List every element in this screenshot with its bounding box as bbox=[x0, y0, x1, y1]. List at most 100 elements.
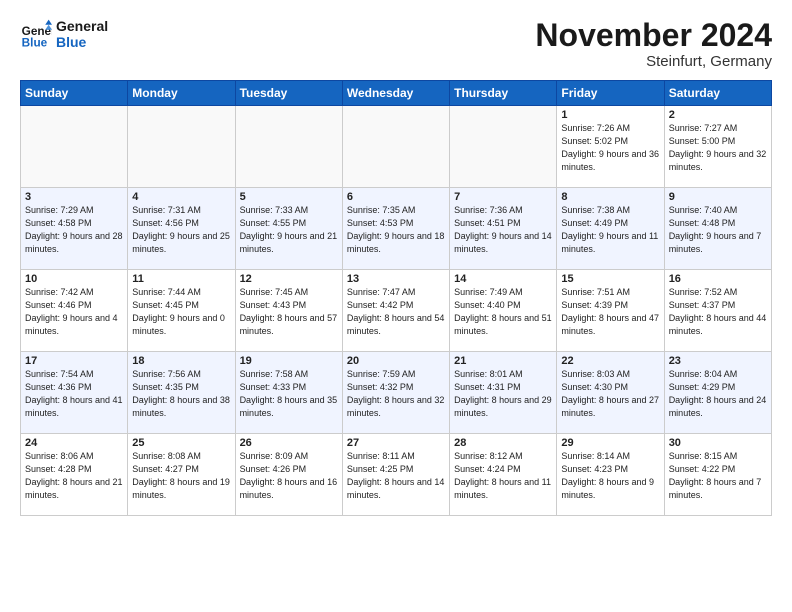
day-number: 13 bbox=[347, 273, 445, 285]
table-row: 25Sunrise: 8:08 AM Sunset: 4:27 PM Dayli… bbox=[128, 434, 235, 516]
table-row: 7Sunrise: 7:36 AM Sunset: 4:51 PM Daylig… bbox=[450, 188, 557, 270]
table-row bbox=[235, 106, 342, 188]
table-row: 15Sunrise: 7:51 AM Sunset: 4:39 PM Dayli… bbox=[557, 270, 664, 352]
day-number: 10 bbox=[25, 273, 123, 285]
day-number: 9 bbox=[669, 191, 767, 203]
day-number: 19 bbox=[240, 355, 338, 367]
table-row: 6Sunrise: 7:35 AM Sunset: 4:53 PM Daylig… bbox=[342, 188, 449, 270]
table-row: 23Sunrise: 8:04 AM Sunset: 4:29 PM Dayli… bbox=[664, 352, 771, 434]
table-row: 13Sunrise: 7:47 AM Sunset: 4:42 PM Dayli… bbox=[342, 270, 449, 352]
day-number: 21 bbox=[454, 355, 552, 367]
day-info: Sunrise: 8:11 AM Sunset: 4:25 PM Dayligh… bbox=[347, 450, 445, 502]
table-row: 10Sunrise: 7:42 AM Sunset: 4:46 PM Dayli… bbox=[21, 270, 128, 352]
day-number: 15 bbox=[561, 273, 659, 285]
header-friday: Friday bbox=[557, 81, 664, 106]
day-number: 22 bbox=[561, 355, 659, 367]
day-number: 7 bbox=[454, 191, 552, 203]
day-number: 8 bbox=[561, 191, 659, 203]
table-row: 28Sunrise: 8:12 AM Sunset: 4:24 PM Dayli… bbox=[450, 434, 557, 516]
day-number: 29 bbox=[561, 437, 659, 449]
day-number: 30 bbox=[669, 437, 767, 449]
table-row: 8Sunrise: 7:38 AM Sunset: 4:49 PM Daylig… bbox=[557, 188, 664, 270]
day-number: 20 bbox=[347, 355, 445, 367]
day-info: Sunrise: 7:54 AM Sunset: 4:36 PM Dayligh… bbox=[25, 368, 123, 420]
day-number: 2 bbox=[669, 109, 767, 121]
title-block: November 2024 Steinfurt, Germany bbox=[535, 18, 772, 70]
table-row: 14Sunrise: 7:49 AM Sunset: 4:40 PM Dayli… bbox=[450, 270, 557, 352]
table-row: 17Sunrise: 7:54 AM Sunset: 4:36 PM Dayli… bbox=[21, 352, 128, 434]
table-row bbox=[450, 106, 557, 188]
header-sunday: Sunday bbox=[21, 81, 128, 106]
table-row: 20Sunrise: 7:59 AM Sunset: 4:32 PM Dayli… bbox=[342, 352, 449, 434]
day-number: 28 bbox=[454, 437, 552, 449]
location-subtitle: Steinfurt, Germany bbox=[535, 53, 772, 70]
day-info: Sunrise: 7:33 AM Sunset: 4:55 PM Dayligh… bbox=[240, 204, 338, 256]
table-row: 24Sunrise: 8:06 AM Sunset: 4:28 PM Dayli… bbox=[21, 434, 128, 516]
table-row: 19Sunrise: 7:58 AM Sunset: 4:33 PM Dayli… bbox=[235, 352, 342, 434]
table-row: 4Sunrise: 7:31 AM Sunset: 4:56 PM Daylig… bbox=[128, 188, 235, 270]
logo-icon: General Blue bbox=[20, 18, 52, 50]
logo: General Blue General Blue bbox=[20, 18, 108, 50]
calendar-week-row: 3Sunrise: 7:29 AM Sunset: 4:58 PM Daylig… bbox=[21, 188, 772, 270]
day-number: 23 bbox=[669, 355, 767, 367]
svg-text:Blue: Blue bbox=[22, 37, 48, 50]
day-info: Sunrise: 7:49 AM Sunset: 4:40 PM Dayligh… bbox=[454, 286, 552, 338]
day-info: Sunrise: 7:52 AM Sunset: 4:37 PM Dayligh… bbox=[669, 286, 767, 338]
table-row: 3Sunrise: 7:29 AM Sunset: 4:58 PM Daylig… bbox=[21, 188, 128, 270]
calendar-week-row: 1Sunrise: 7:26 AM Sunset: 5:02 PM Daylig… bbox=[21, 106, 772, 188]
table-row bbox=[128, 106, 235, 188]
day-info: Sunrise: 8:14 AM Sunset: 4:23 PM Dayligh… bbox=[561, 450, 659, 502]
day-info: Sunrise: 8:01 AM Sunset: 4:31 PM Dayligh… bbox=[454, 368, 552, 420]
day-number: 11 bbox=[132, 273, 230, 285]
header-thursday: Thursday bbox=[450, 81, 557, 106]
table-row: 27Sunrise: 8:11 AM Sunset: 4:25 PM Dayli… bbox=[342, 434, 449, 516]
table-row: 9Sunrise: 7:40 AM Sunset: 4:48 PM Daylig… bbox=[664, 188, 771, 270]
table-row bbox=[342, 106, 449, 188]
day-info: Sunrise: 7:44 AM Sunset: 4:45 PM Dayligh… bbox=[132, 286, 230, 338]
calendar-week-row: 24Sunrise: 8:06 AM Sunset: 4:28 PM Dayli… bbox=[21, 434, 772, 516]
header-wednesday: Wednesday bbox=[342, 81, 449, 106]
table-row: 16Sunrise: 7:52 AM Sunset: 4:37 PM Dayli… bbox=[664, 270, 771, 352]
header-tuesday: Tuesday bbox=[235, 81, 342, 106]
day-number: 4 bbox=[132, 191, 230, 203]
table-row bbox=[21, 106, 128, 188]
day-number: 25 bbox=[132, 437, 230, 449]
day-info: Sunrise: 7:36 AM Sunset: 4:51 PM Dayligh… bbox=[454, 204, 552, 256]
table-row: 2Sunrise: 7:27 AM Sunset: 5:00 PM Daylig… bbox=[664, 106, 771, 188]
table-row: 18Sunrise: 7:56 AM Sunset: 4:35 PM Dayli… bbox=[128, 352, 235, 434]
header-saturday: Saturday bbox=[664, 81, 771, 106]
day-number: 24 bbox=[25, 437, 123, 449]
day-number: 14 bbox=[454, 273, 552, 285]
table-row: 11Sunrise: 7:44 AM Sunset: 4:45 PM Dayli… bbox=[128, 270, 235, 352]
calendar-week-row: 17Sunrise: 7:54 AM Sunset: 4:36 PM Dayli… bbox=[21, 352, 772, 434]
day-info: Sunrise: 7:58 AM Sunset: 4:33 PM Dayligh… bbox=[240, 368, 338, 420]
month-title: November 2024 bbox=[535, 18, 772, 53]
day-info: Sunrise: 8:08 AM Sunset: 4:27 PM Dayligh… bbox=[132, 450, 230, 502]
table-row: 30Sunrise: 8:15 AM Sunset: 4:22 PM Dayli… bbox=[664, 434, 771, 516]
table-row: 5Sunrise: 7:33 AM Sunset: 4:55 PM Daylig… bbox=[235, 188, 342, 270]
day-number: 26 bbox=[240, 437, 338, 449]
day-info: Sunrise: 7:38 AM Sunset: 4:49 PM Dayligh… bbox=[561, 204, 659, 256]
page-header: General Blue General Blue November 2024 … bbox=[20, 18, 772, 70]
day-info: Sunrise: 7:27 AM Sunset: 5:00 PM Dayligh… bbox=[669, 122, 767, 174]
day-info: Sunrise: 7:31 AM Sunset: 4:56 PM Dayligh… bbox=[132, 204, 230, 256]
calendar-table: Sunday Monday Tuesday Wednesday Thursday… bbox=[20, 80, 772, 516]
table-row: 1Sunrise: 7:26 AM Sunset: 5:02 PM Daylig… bbox=[557, 106, 664, 188]
day-number: 27 bbox=[347, 437, 445, 449]
logo-line2: Blue bbox=[56, 34, 108, 50]
day-info: Sunrise: 7:56 AM Sunset: 4:35 PM Dayligh… bbox=[132, 368, 230, 420]
table-row: 22Sunrise: 8:03 AM Sunset: 4:30 PM Dayli… bbox=[557, 352, 664, 434]
header-monday: Monday bbox=[128, 81, 235, 106]
day-number: 6 bbox=[347, 191, 445, 203]
day-info: Sunrise: 8:15 AM Sunset: 4:22 PM Dayligh… bbox=[669, 450, 767, 502]
day-number: 18 bbox=[132, 355, 230, 367]
logo-line1: General bbox=[56, 18, 108, 34]
day-info: Sunrise: 7:47 AM Sunset: 4:42 PM Dayligh… bbox=[347, 286, 445, 338]
table-row: 26Sunrise: 8:09 AM Sunset: 4:26 PM Dayli… bbox=[235, 434, 342, 516]
day-info: Sunrise: 8:03 AM Sunset: 4:30 PM Dayligh… bbox=[561, 368, 659, 420]
day-info: Sunrise: 7:51 AM Sunset: 4:39 PM Dayligh… bbox=[561, 286, 659, 338]
day-info: Sunrise: 8:06 AM Sunset: 4:28 PM Dayligh… bbox=[25, 450, 123, 502]
day-info: Sunrise: 8:04 AM Sunset: 4:29 PM Dayligh… bbox=[669, 368, 767, 420]
day-info: Sunrise: 8:09 AM Sunset: 4:26 PM Dayligh… bbox=[240, 450, 338, 502]
day-info: Sunrise: 7:45 AM Sunset: 4:43 PM Dayligh… bbox=[240, 286, 338, 338]
